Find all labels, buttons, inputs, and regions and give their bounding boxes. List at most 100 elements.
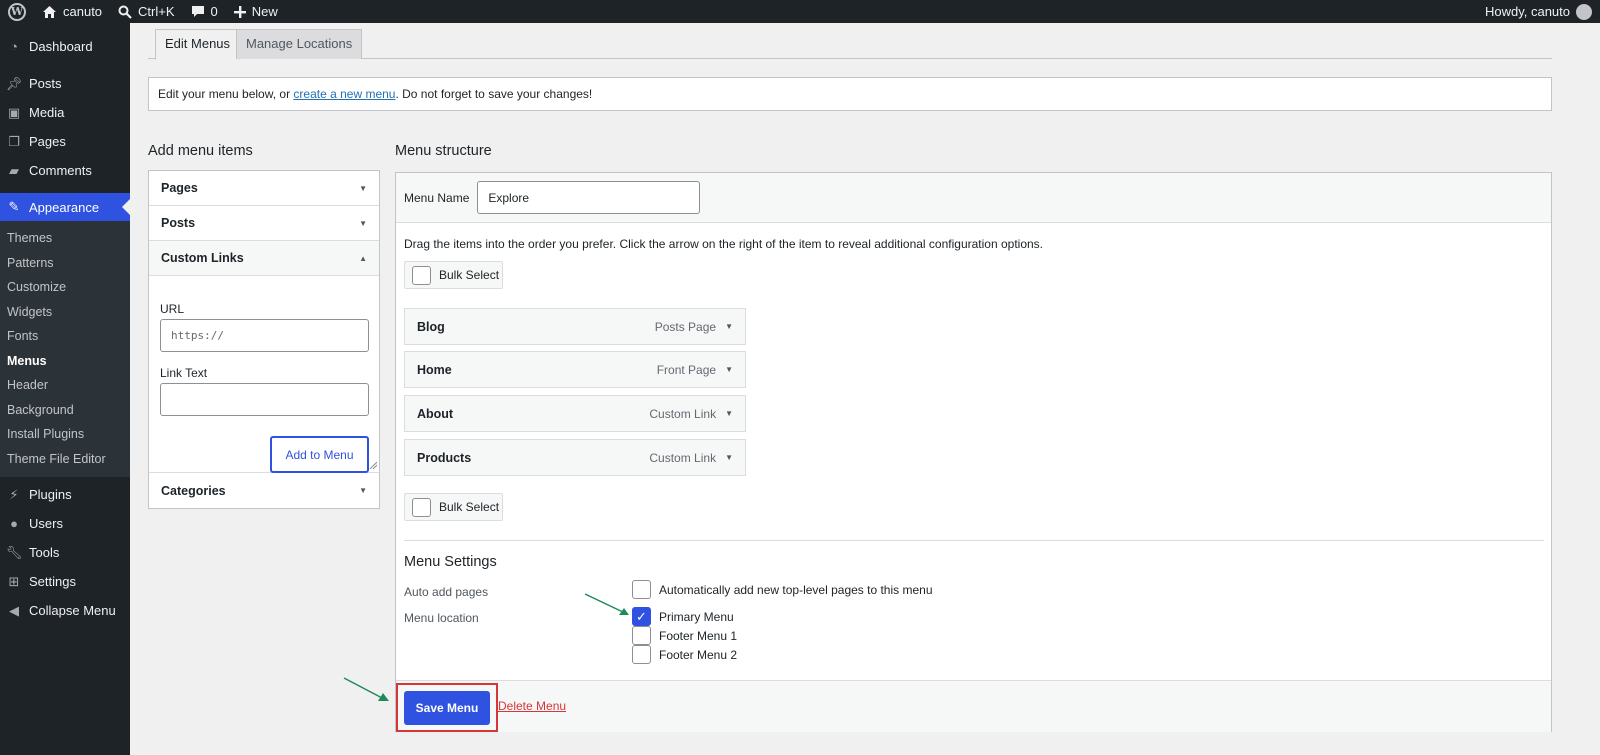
home-icon — [43, 5, 56, 18]
accordion-label: Custom Links — [161, 251, 244, 265]
accordion-categories[interactable]: Categories ▼ — [149, 473, 379, 508]
pin-icon: 📌︎ — [5, 75, 23, 91]
location-label: Footer Menu 1 — [659, 628, 738, 643]
bulk-select-checkbox[interactable] — [412, 265, 431, 285]
location-footer-menu-1[interactable]: Footer Menu 1 — [632, 626, 737, 645]
bulk-select-checkbox[interactable] — [412, 497, 431, 517]
wordpress-icon: W — [8, 2, 26, 21]
primary-menu-checkbox[interactable]: ✓ — [632, 607, 651, 626]
search-icon — [118, 5, 132, 19]
appearance-submenu: Themes Patterns Customize Widgets Fonts … — [0, 221, 130, 477]
drag-instructions: Drag the items into the order you prefer… — [404, 237, 1044, 251]
search-shortcut-label: Ctrl+K — [138, 4, 175, 19]
menu-item-about[interactable]: About Custom Link ▼ — [404, 395, 746, 432]
footer-menu-1-checkbox[interactable] — [632, 626, 651, 645]
accordion-custom-links[interactable]: Custom Links ▲ — [149, 241, 379, 276]
url-input[interactable]: https:// — [160, 319, 369, 352]
sidebar-item-settings[interactable]: ⊞ Settings — [0, 567, 130, 596]
link-text-label: Link Text — [160, 366, 208, 380]
sidebar-item-label: Comments — [29, 163, 92, 178]
menu-structure-panel: Menu Name Explore Drag the items into th… — [395, 172, 1552, 732]
location-primary-menu[interactable]: ✓ Primary Menu — [632, 607, 734, 626]
notice-text-end: . Do not forget to save your changes! — [395, 87, 593, 101]
accordion-posts[interactable]: Posts ▼ — [149, 206, 379, 241]
account-menu[interactable]: Howdy, canuto — [1485, 3, 1600, 20]
caret-down-icon[interactable]: ▼ — [725, 322, 733, 331]
sidebar-item-label: Posts — [29, 76, 62, 91]
site-name-link[interactable]: canuto — [34, 0, 110, 23]
caret-up-icon: ▲ — [359, 253, 367, 263]
location-footer-menu-2[interactable]: Footer Menu 2 — [632, 645, 737, 664]
delete-menu-link[interactable]: Delete Menu — [498, 699, 566, 713]
submenu-item-fonts[interactable]: Fonts — [0, 324, 130, 349]
site-name: canuto — [63, 4, 103, 19]
submenu-item-widgets[interactable]: Widgets — [0, 300, 130, 325]
auto-add-option[interactable]: Automatically add new top-level pages to… — [632, 580, 933, 599]
footer-menu-2-checkbox[interactable] — [632, 645, 651, 664]
submenu-item-theme-file-editor[interactable]: Theme File Editor — [0, 447, 130, 472]
menu-name-input[interactable]: Explore — [477, 181, 701, 214]
sidebar-item-label: Settings — [29, 574, 76, 589]
caret-down-icon[interactable]: ▼ — [725, 409, 733, 418]
wordpress-logo-button[interactable]: W — [0, 0, 34, 23]
users-icon: ● — [10, 516, 18, 531]
submenu-item-themes[interactable]: Themes — [0, 226, 130, 251]
comments-link[interactable]: 0 — [183, 0, 226, 23]
menu-item-products[interactable]: Products Custom Link ▼ — [404, 439, 746, 476]
sidebar-item-media[interactable]: ▣ Media — [0, 98, 130, 127]
sidebar-item-label: Collapse Menu — [29, 603, 116, 618]
sidebar-item-comments[interactable]: ▰ Comments — [0, 156, 130, 185]
sidebar-item-appearance[interactable]: ✎ Appearance — [0, 193, 130, 221]
notice-text: Edit your menu below, or — [158, 87, 294, 101]
menu-settings-heading: Menu Settings — [404, 554, 497, 570]
search-shortcut-button[interactable]: Ctrl+K — [110, 0, 182, 23]
bulk-select-top[interactable]: Bulk Select — [404, 261, 503, 289]
menu-structure-heading: Menu structure — [395, 143, 492, 159]
submenu-item-install-plugins[interactable]: Install Plugins — [0, 422, 130, 447]
tab-manage-locations[interactable]: Manage Locations — [236, 29, 363, 59]
accordion-pages[interactable]: Pages ▼ — [149, 171, 379, 206]
auto-add-checkbox[interactable] — [632, 580, 651, 599]
sidebar-collapse-menu[interactable]: ◀ Collapse Menu — [0, 596, 130, 625]
comments-icon: ▰ — [9, 162, 19, 178]
caret-down-icon[interactable]: ▼ — [725, 453, 733, 462]
add-to-menu-button[interactable]: Add to Menu — [270, 436, 369, 473]
add-menu-items-accordion: Pages ▼ Posts ▼ Custom Links ▲ URL https… — [148, 170, 380, 509]
pages-icon: ❐ — [8, 133, 20, 149]
submenu-item-menus[interactable]: Menus — [0, 349, 130, 374]
menu-item-blog[interactable]: Blog Posts Page ▼ — [404, 308, 746, 345]
new-content-button[interactable]: New — [226, 0, 286, 23]
submenu-item-background[interactable]: Background — [0, 398, 130, 423]
create-new-menu-link[interactable]: create a new menu — [293, 87, 395, 101]
menu-item-home[interactable]: Home Front Page ▼ — [404, 351, 746, 388]
resize-handle-icon[interactable] — [369, 461, 377, 469]
menu-item-title: Products — [417, 450, 472, 465]
comments-count: 0 — [210, 4, 218, 19]
sidebar-item-label: Appearance — [29, 199, 100, 215]
save-menu-button[interactable]: Save Menu — [404, 691, 490, 725]
sidebar-item-label: Dashboard — [29, 39, 93, 54]
tab-edit-menus[interactable]: Edit Menus — [155, 29, 241, 60]
link-text-input[interactable] — [160, 383, 369, 416]
bulk-select-bottom[interactable]: Bulk Select — [404, 493, 503, 521]
accordion-label: Pages — [161, 181, 198, 195]
appearance-icon: ✎ — [8, 199, 20, 214]
sidebar-item-tools[interactable]: 🔧︎ Tools — [0, 538, 130, 567]
bulk-select-label: Bulk Select — [439, 268, 500, 282]
submenu-item-customize[interactable]: Customize — [0, 275, 130, 300]
location-label: Primary Menu — [659, 609, 734, 624]
submenu-item-patterns[interactable]: Patterns — [0, 251, 130, 276]
custom-links-panel: URL https:// Link Text Add to Menu — [149, 276, 379, 473]
nav-tabs: Edit Menus Manage Locations — [148, 29, 1552, 60]
caret-down-icon[interactable]: ▼ — [725, 365, 733, 374]
sidebar-item-pages[interactable]: ❐ Pages — [0, 127, 130, 156]
sidebar-item-dashboard[interactable]: ◔ Dashboard — [0, 32, 130, 61]
sidebar-item-posts[interactable]: 📌︎ Posts — [0, 69, 130, 98]
submenu-item-header[interactable]: Header — [0, 373, 130, 398]
menu-name-label: Menu Name — [404, 190, 470, 205]
edit-notice: Edit your menu below, or create a new me… — [148, 77, 1552, 111]
plus-icon — [233, 5, 246, 18]
sidebar-item-plugins[interactable]: ⚡︎ Plugins — [0, 480, 130, 509]
sidebar-item-label: Tools — [29, 545, 60, 560]
sidebar-item-users[interactable]: ● Users — [0, 509, 130, 538]
